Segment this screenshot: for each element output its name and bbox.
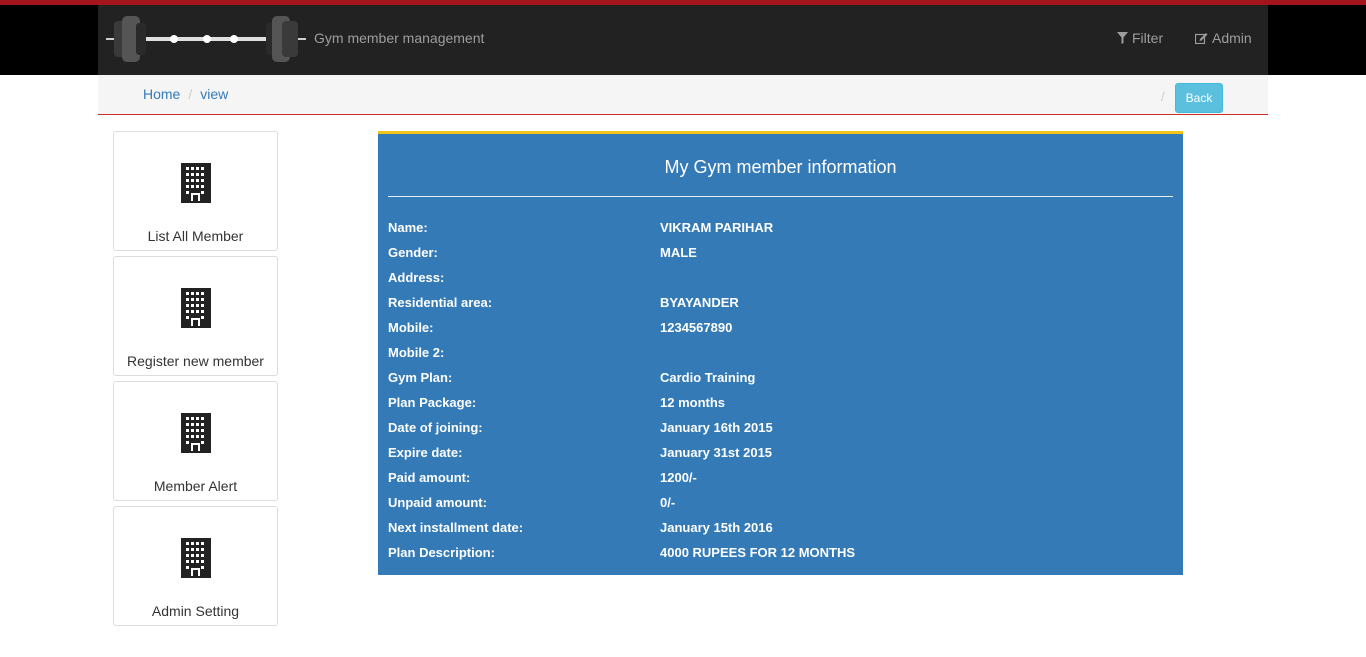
info-row-name: Name: VIKRAM PARIHAR	[388, 220, 1168, 240]
filter-link[interactable]: Filter	[1117, 30, 1163, 46]
info-value: 1234567890	[660, 320, 733, 335]
info-value: 12 months	[660, 395, 726, 410]
building-icon	[181, 538, 211, 578]
admin-link[interactable]: Admin	[1195, 30, 1252, 46]
info-value: January 15th 2016	[660, 520, 773, 535]
navbar: Gym member management Filter Admin	[98, 5, 1268, 75]
building-icon	[181, 163, 211, 203]
sidebar-item-register-new-member[interactable]: Register new member	[113, 256, 278, 376]
info-row-plan-description: Plan Description: 4000 RUPEES FOR 12 MON…	[388, 545, 1168, 565]
info-label: Expire date:	[388, 445, 463, 460]
info-row-residential-area: Residential area: BYAYANDER	[388, 295, 1168, 315]
edit-icon	[1195, 33, 1208, 44]
info-label: Mobile 2:	[388, 345, 445, 360]
info-row-date-of-joining: Date of joining: January 16th 2015	[388, 420, 1168, 440]
filter-label: Filter	[1132, 30, 1164, 46]
sidebar-item-label: Member Alert	[153, 478, 238, 494]
sidebar-item-admin-setting[interactable]: Admin Setting	[113, 506, 278, 626]
info-label: Name:	[388, 220, 428, 235]
sidebar-item-member-alert[interactable]: Member Alert	[113, 381, 278, 501]
info-label: Unpaid amount:	[388, 495, 487, 510]
breadcrumb-separator-right: /	[1161, 89, 1165, 104]
sidebar-item-list-all-member[interactable]: List All Member	[113, 131, 278, 251]
info-label: Gender:	[388, 245, 438, 260]
back-button[interactable]: Back	[1175, 83, 1223, 113]
breadcrumb-home[interactable]: Home	[143, 86, 180, 102]
info-label: Date of joining:	[388, 420, 483, 435]
info-label: Paid amount:	[388, 470, 471, 485]
info-row-plan-package: Plan Package: 12 months	[388, 395, 1168, 415]
info-row-paid-amount: Paid amount: 1200/-	[388, 470, 1168, 490]
info-label: Address:	[388, 270, 445, 285]
info-value: 0/-	[660, 495, 676, 510]
panel-divider	[388, 196, 1173, 197]
member-info-panel: My Gym member information Name: VIKRAM P…	[378, 131, 1183, 575]
sidebar-item-label: Admin Setting	[151, 603, 240, 619]
info-row-gym-plan: Gym Plan: Cardio Training	[388, 370, 1168, 390]
info-label: Plan Package:	[388, 395, 477, 410]
breadcrumb-separator: /	[188, 86, 193, 102]
info-label: Next installment date:	[388, 520, 524, 535]
info-label: Residential area:	[388, 295, 493, 310]
info-row-gender: Gender: MALE	[388, 245, 1168, 265]
info-label: Plan Description:	[388, 545, 495, 560]
info-value: 1200/-	[660, 470, 697, 485]
info-value: January 16th 2015	[660, 420, 773, 435]
building-icon	[181, 288, 211, 328]
info-row-unpaid-amount: Unpaid amount: 0/-	[388, 495, 1168, 515]
info-row-next-installment-date: Next installment date: January 15th 2016	[388, 520, 1168, 540]
info-label: Mobile:	[388, 320, 434, 335]
panel-title: My Gym member information	[664, 157, 897, 177]
sidebar-item-label: Register new member	[127, 353, 264, 369]
info-row-expire-date: Expire date: January 31st 2015	[388, 445, 1168, 465]
breadcrumb: Home / view	[143, 86, 228, 102]
info-row-mobile: Mobile: 1234567890	[388, 320, 1168, 340]
info-value: MALE	[660, 245, 697, 260]
admin-label: Admin	[1212, 30, 1252, 46]
building-icon	[181, 413, 211, 453]
info-value: BYAYANDER	[660, 295, 739, 310]
breadcrumb-view[interactable]: view	[200, 86, 228, 102]
info-value: Cardio Training	[660, 370, 756, 385]
brand-title[interactable]: Gym member management	[314, 30, 484, 46]
breadcrumb-bar: Home / view / Back	[98, 75, 1268, 115]
info-value: 4000 RUPEES FOR 12 MONTHS	[660, 545, 856, 560]
barbell-logo-icon[interactable]	[106, 11, 306, 67]
info-row-mobile-2: Mobile 2:	[388, 345, 1168, 365]
info-row-address: Address:	[388, 270, 1168, 290]
sidebar-item-label: List All Member	[147, 228, 244, 244]
info-label: Gym Plan:	[388, 370, 453, 385]
filter-icon	[1117, 32, 1128, 44]
info-value: VIKRAM PARIHAR	[660, 220, 774, 235]
info-value: January 31st 2015	[660, 445, 773, 460]
